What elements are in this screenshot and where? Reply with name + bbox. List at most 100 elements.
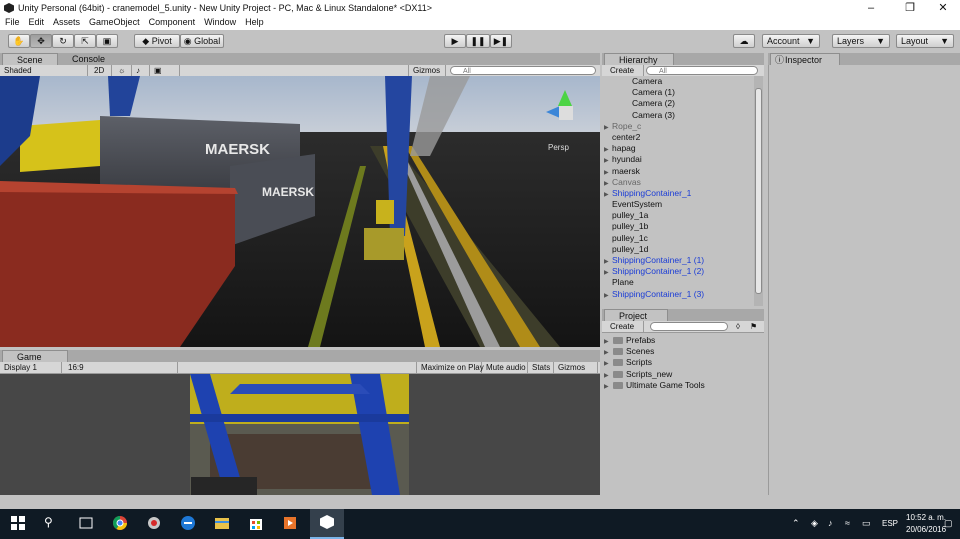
hierarchy-item[interactable]: pulley_1c (604, 233, 754, 244)
hierarchy-item[interactable]: ▶ ShippingContainer_1 (1) (604, 255, 754, 266)
move-tool-button[interactable]: ✥ (30, 34, 52, 48)
hierarchy-item[interactable]: pulley_1a (604, 210, 754, 221)
hierarchy-create-dropdown[interactable]: Create (606, 65, 644, 76)
tab-hierarchy[interactable]: Hierarchy (604, 53, 674, 65)
game-view[interactable] (190, 374, 409, 495)
scale-tool-button[interactable]: ⇱ (74, 34, 96, 48)
pivot-toggle[interactable]: ◆ Pivot (134, 34, 180, 48)
project-create-dropdown[interactable]: Create (606, 321, 644, 332)
scene-viewport[interactable]: MAERSK MAERSK Persp (0, 76, 600, 347)
scene-search-input[interactable]: All (450, 66, 596, 75)
folder-prefabs[interactable]: ▶ Prefabs (604, 335, 760, 346)
hierarchy-item[interactable]: pulley_1b (604, 221, 754, 232)
windows-start-icon[interactable] (10, 515, 26, 531)
clock-date[interactable]: 20/06/2016 (906, 525, 946, 534)
close-button[interactable]: ✕ (928, 1, 958, 15)
maximize-button[interactable]: ❐ (895, 1, 925, 15)
hierarchy-item[interactable]: Camera (3) (604, 110, 754, 121)
hierarchy-item[interactable]: ▶ hyundai (604, 154, 754, 165)
tab-game[interactable]: Game (2, 350, 68, 362)
clock-time[interactable]: 10:52 a. m. (906, 513, 946, 522)
taskbar-unity-app[interactable] (310, 509, 344, 539)
hierarchy-item[interactable]: pulley_1d (604, 244, 754, 255)
project-search-input[interactable] (650, 322, 728, 331)
edge-icon[interactable] (180, 515, 196, 531)
hierarchy-item[interactable]: Plane (604, 277, 754, 288)
task-view-icon[interactable] (78, 515, 94, 531)
2d-toggle[interactable]: 2D (90, 65, 112, 76)
menu-edit[interactable]: Edit (24, 16, 49, 27)
rotate-tool-button[interactable]: ↻ (52, 34, 74, 48)
media-player-icon[interactable] (282, 515, 298, 531)
folder-ultimate-game-tools[interactable]: ▶ Ultimate Game Tools (604, 380, 760, 391)
expand-arrow-icon[interactable]: ▶ (604, 291, 612, 302)
filter-label-button[interactable]: ⚑ (746, 321, 760, 332)
hierarchy-item[interactable]: Camera (604, 76, 754, 87)
minimize-button[interactable]: – (856, 1, 886, 15)
lighting-toggle[interactable]: ☼ (114, 65, 132, 76)
hierarchy-scroll-thumb[interactable] (755, 88, 762, 294)
game-gizmos-dropdown[interactable]: Gizmos (554, 362, 598, 373)
audio-toggle[interactable]: ♪ (132, 65, 150, 76)
menu-window[interactable]: Window (199, 16, 240, 27)
persp-label[interactable]: Persp (548, 143, 569, 152)
tab-console[interactable]: Console (58, 53, 124, 65)
chrome-icon[interactable] (112, 515, 128, 531)
tray-volume-icon[interactable]: ♪ (828, 518, 833, 528)
hierarchy-item[interactable]: center2 (604, 132, 754, 143)
rect-tool-button[interactable]: ▣ (96, 34, 118, 48)
tab-inspector[interactable]: ⓘ Inspector (770, 53, 840, 65)
tray-wifi-icon[interactable]: ≈ (845, 518, 850, 528)
tray-network-icon[interactable]: ◈ (811, 518, 818, 529)
step-button[interactable]: ▶❚ (490, 34, 512, 48)
tab-project[interactable]: Project (604, 309, 668, 321)
hierarchy-item[interactable]: ▶ Canvas (604, 177, 754, 188)
tray-chevron-icon[interactable]: ⌃ (792, 518, 800, 529)
hierarchy-search-input[interactable]: All (646, 66, 758, 75)
hierarchy-item[interactable]: Camera (1) (604, 87, 754, 98)
hierarchy-item[interactable]: Camera (2) (604, 98, 754, 109)
tab-scene[interactable]: Scene (2, 53, 58, 65)
effects-dropdown[interactable]: ▣ (150, 65, 180, 76)
folder-scenes[interactable]: ▶ Scenes (604, 346, 760, 357)
scene-gizmos-dropdown[interactable]: Gizmos (408, 65, 446, 76)
app-icon[interactable] (146, 515, 162, 531)
maximize-on-play-toggle[interactable]: Maximize on Play (416, 362, 484, 373)
layout-dropdown[interactable]: Layout ▼ (896, 34, 954, 48)
search-icon[interactable]: ⚲ (44, 515, 60, 531)
hierarchy-item[interactable]: ▶ hapag (604, 143, 754, 154)
hierarchy-item[interactable]: ▶ maersk (604, 166, 754, 177)
language-indicator[interactable]: ESP (882, 519, 898, 528)
folder-scripts[interactable]: ▶ Scripts (604, 357, 760, 368)
tray-battery-icon[interactable]: ▭ (862, 518, 871, 529)
shading-dropdown[interactable]: Shaded (0, 65, 88, 76)
notifications-icon[interactable]: ▢ (944, 518, 953, 529)
stats-toggle[interactable]: Stats (528, 362, 554, 373)
menu-help[interactable]: Help (240, 16, 268, 27)
filter-type-button[interactable]: ◊ (732, 321, 746, 332)
layers-dropdown[interactable]: Layers ▼ (832, 34, 890, 48)
folder-scripts-new[interactable]: ▶ Scripts_new (604, 369, 760, 380)
hierarchy-item[interactable]: ▶ ShippingContainer_1 (604, 188, 754, 199)
hierarchy-scrollbar[interactable] (754, 76, 763, 306)
store-icon[interactable] (248, 515, 264, 531)
file-explorer-icon[interactable] (214, 515, 230, 531)
hierarchy-item[interactable]: EventSystem (604, 199, 754, 210)
hierarchy-item[interactable]: ▶ Rope_c (604, 121, 754, 132)
menu-gameobject[interactable]: GameObject (84, 16, 144, 27)
cloud-button[interactable]: ☁ (733, 34, 755, 48)
global-toggle[interactable]: ◉ Global (180, 34, 224, 48)
expand-arrow-icon[interactable]: ▶ (604, 382, 612, 393)
menu-assets[interactable]: Assets (48, 16, 84, 27)
hierarchy-item[interactable]: ▶ ShippingContainer_1 (3) (604, 289, 754, 300)
display-dropdown[interactable]: Display 1 (0, 362, 62, 373)
hierarchy-item[interactable]: ▶ ShippingContainer_1 (2) (604, 266, 754, 277)
aspect-dropdown[interactable]: 16:9 (64, 362, 178, 373)
pause-button[interactable]: ❚❚ (466, 34, 490, 48)
menu-component[interactable]: Component (144, 16, 200, 27)
play-button[interactable]: ▶ (444, 34, 466, 48)
hand-tool-button[interactable]: ✋ (8, 34, 30, 48)
mute-audio-toggle[interactable]: Mute audio (482, 362, 528, 373)
menu-file[interactable]: File (0, 16, 24, 27)
account-dropdown[interactable]: Account ▼ (762, 34, 820, 48)
